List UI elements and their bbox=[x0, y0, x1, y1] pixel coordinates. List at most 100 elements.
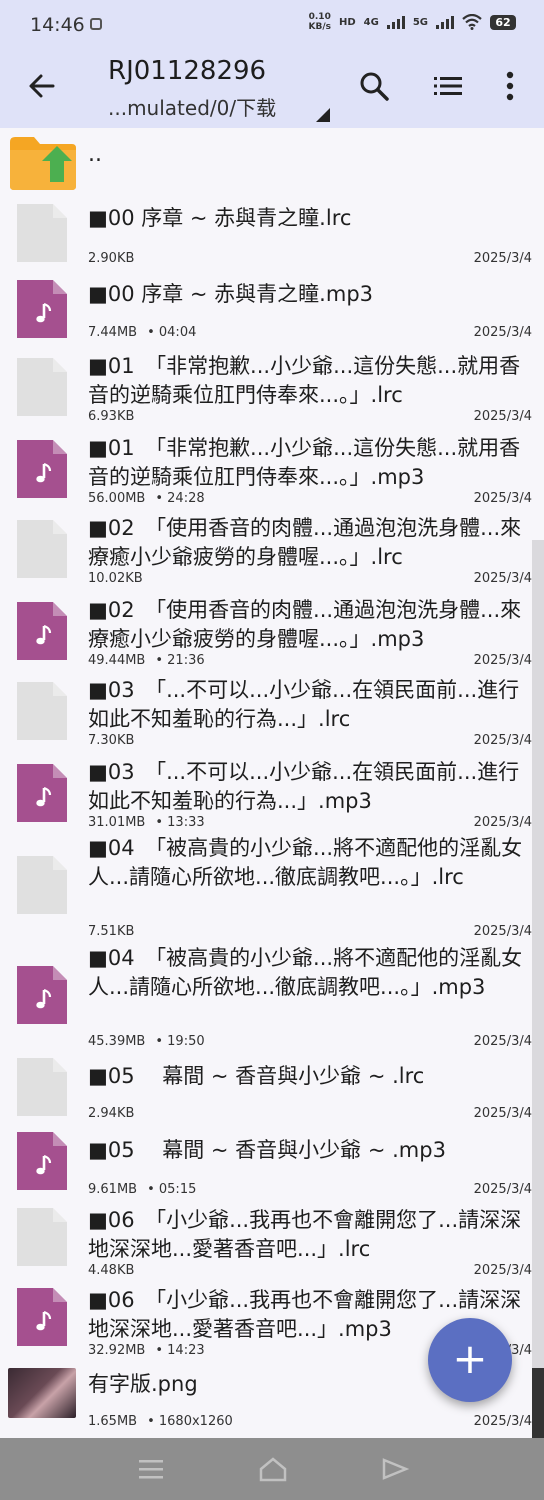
file-row[interactable]: ■06 「小少爺...我再也不會離開您了...請深深地深深地...愛著香音吧..… bbox=[0, 1206, 544, 1286]
file-meta: 4.48KB bbox=[88, 1263, 134, 1278]
file-extra-info: • 05:15 bbox=[147, 1182, 197, 1197]
net-speed-unit: KB/s bbox=[308, 22, 331, 32]
path-dropdown-icon[interactable] bbox=[316, 108, 330, 122]
status-bar: 14:46 0.10 KB/s HD 4G 5G 62 bbox=[0, 0, 544, 52]
nav-menu-icon[interactable] bbox=[136, 1456, 166, 1482]
file-meta: 7.30KB bbox=[88, 733, 134, 748]
file-row[interactable]: ■05 幕間 ~ 香音與小少爺 ~ .mp3 9.61MB • 05:15 2025/… bbox=[0, 1132, 544, 1206]
audio-file-icon bbox=[17, 966, 67, 1024]
audio-file-icon bbox=[17, 1288, 67, 1346]
file-size: 49.44MB bbox=[88, 653, 146, 668]
document-file-icon bbox=[17, 358, 67, 416]
file-size: 45.39MB bbox=[88, 1034, 146, 1049]
document-file-icon bbox=[17, 682, 67, 740]
file-meta: 7.51KB bbox=[88, 924, 134, 939]
file-row[interactable]: ■00 序章 ~ 赤與青之瞳.lrc 2.90KB 2025/3/4 bbox=[0, 200, 544, 276]
file-extra-info: • 21:36 bbox=[155, 653, 205, 668]
scrollbar-thumb[interactable] bbox=[532, 1368, 544, 1438]
page-title: RJ01128296 bbox=[108, 56, 267, 86]
file-row[interactable]: ■02 「使用香音的肉體...通過泡泡洗身體...來療癒小少爺疲勞的身體喔...… bbox=[0, 514, 544, 596]
audio-file-icon bbox=[17, 1132, 67, 1190]
file-date: 2025/3/4 bbox=[473, 409, 532, 424]
file-extra-info: • 04:04 bbox=[147, 325, 197, 340]
file-extra-info: • 24:28 bbox=[155, 491, 205, 506]
audio-file-icon bbox=[17, 602, 67, 660]
file-name: ■02 「使用香音的肉體...通過泡泡洗身體...來療癒小少爺疲勞的身體喔...… bbox=[88, 516, 522, 569]
file-row[interactable]: ■04 「被高貴的小少爺...將不適配他的淫亂女人...請隨心所欲地...徹底調… bbox=[0, 946, 544, 1058]
file-row[interactable]: ■04 「被高貴的小少爺...將不適配他的淫亂女人...請隨心所欲地...徹底調… bbox=[0, 836, 544, 948]
status-time: 14:46 bbox=[30, 14, 85, 36]
file-extra-info: • 19:50 bbox=[155, 1034, 205, 1049]
file-size: 7.51KB bbox=[88, 924, 135, 939]
file-row[interactable]: ■00 序章 ~ 赤與青之瞳.mp3 7.44MB • 04:04 2025/3/4 bbox=[0, 276, 544, 352]
document-file-icon bbox=[17, 520, 67, 578]
file-meta: 49.44MB • 21:36 bbox=[88, 653, 205, 668]
file-name: ■04 「被高貴的小少爺...將不適配他的淫亂女人...請隨心所欲地...徹底調… bbox=[88, 836, 523, 889]
file-name: ■01 「非常抱歉...小少爺...這份失態...就用香音的逆騎乘位肛門侍奉來.… bbox=[88, 354, 521, 407]
signal-label-2: 5G bbox=[412, 16, 428, 28]
file-row[interactable]: ■03 「...不可以...小少爺...在領民面前...進行如此不知羞恥的行為.… bbox=[0, 676, 544, 758]
file-size: 56.00MB bbox=[88, 491, 146, 506]
current-path[interactable]: ...mulated/0/下载 bbox=[108, 92, 276, 121]
file-size: 6.93KB bbox=[88, 409, 135, 424]
scrollbar-track[interactable] bbox=[532, 540, 544, 1438]
file-size: 2.90KB bbox=[88, 251, 135, 266]
nav-home-icon[interactable] bbox=[258, 1456, 288, 1482]
file-date: 2025/3/4 bbox=[473, 1263, 532, 1278]
file-row[interactable]: ■05 幕間 ~ 香音與小少爺 ~ .lrc 2.94KB 2025/3/4 bbox=[0, 1058, 544, 1132]
file-date: 2025/3/4 bbox=[473, 653, 532, 668]
file-size: 32.92MB bbox=[88, 1343, 146, 1358]
search-icon[interactable] bbox=[354, 66, 394, 106]
file-name: ■06 「小少爺...我再也不會離開您了...請深深地深深地...愛著香音吧..… bbox=[88, 1208, 522, 1261]
file-meta: 2.90KB bbox=[88, 251, 134, 266]
file-row[interactable]: ■01 「非常抱歉...小少爺...這份失態...就用香音的逆騎乘位肛門侍奉來.… bbox=[0, 434, 544, 514]
file-row[interactable]: ■03 「...不可以...小少爺...在領民面前...進行如此不知羞恥的行為.… bbox=[0, 758, 544, 838]
file-meta: 7.44MB • 04:04 bbox=[88, 325, 196, 340]
status-indicators: 0.10 KB/s HD 4G 5G 62 bbox=[308, 12, 516, 32]
add-fab-button[interactable]: + bbox=[428, 1318, 512, 1402]
file-meta: 45.39MB • 19:50 bbox=[88, 1034, 205, 1049]
file-extra-info: • 14:23 bbox=[155, 1343, 205, 1358]
file-meta: 9.61MB • 05:15 bbox=[88, 1182, 196, 1197]
file-name: ■03 「...不可以...小少爺...在領民面前...進行如此不知羞恥的行為.… bbox=[88, 678, 520, 731]
file-name: ■03 「...不可以...小少爺...在領民面前...進行如此不知羞恥的行為.… bbox=[88, 760, 520, 813]
file-size: 1.65MB bbox=[88, 1414, 138, 1429]
back-arrow-icon[interactable] bbox=[20, 64, 64, 108]
file-date: 2025/3/4 bbox=[473, 1182, 532, 1197]
notification-icon bbox=[90, 18, 102, 30]
more-options-icon[interactable] bbox=[490, 66, 530, 106]
app-bar: RJ01128296 ...mulated/0/下载 bbox=[0, 52, 544, 128]
file-size: 9.61MB bbox=[88, 1182, 138, 1197]
file-date: 2025/3/4 bbox=[473, 1414, 532, 1429]
net-speed-value: 0.10 bbox=[308, 12, 331, 22]
audio-file-icon bbox=[17, 440, 67, 498]
wifi-icon bbox=[462, 14, 482, 30]
file-list: .. ■00 序章 ~ 赤與青之瞳.lrc 2.90KB 2025/3/4 ■00 序… bbox=[0, 128, 544, 1438]
parent-directory-row[interactable]: .. bbox=[0, 128, 544, 198]
file-meta: 6.93KB bbox=[88, 409, 134, 424]
file-date: 2025/3/4 bbox=[473, 571, 532, 586]
file-date: 2025/3/4 bbox=[473, 733, 532, 748]
file-name: ■02 「使用香音的肉體...通過泡泡洗身體...來療癒小少爺疲勞的身體喔...… bbox=[88, 598, 522, 651]
file-extra-info: • 13:33 bbox=[155, 815, 205, 830]
image-thumbnail bbox=[8, 1368, 76, 1418]
file-meta: 56.00MB • 24:28 bbox=[88, 491, 205, 506]
file-name: ■00 序章 ~ 赤與青之瞳.mp3 bbox=[88, 282, 374, 306]
nav-back-icon[interactable] bbox=[380, 1456, 410, 1482]
file-meta: 32.92MB • 14:23 bbox=[88, 1343, 205, 1358]
signal-bars-2-icon bbox=[436, 15, 454, 29]
document-file-icon bbox=[17, 856, 67, 914]
file-name: ■05 幕間 ~ 香音與小少爺 ~ .mp3 bbox=[88, 1138, 446, 1162]
parent-directory-label: .. bbox=[88, 142, 102, 167]
battery-icon: 62 bbox=[490, 14, 516, 30]
document-file-icon bbox=[17, 204, 67, 262]
file-row[interactable]: ■02 「使用香音的肉體...通過泡泡洗身體...來療癒小少爺疲勞的身體喔...… bbox=[0, 596, 544, 676]
file-date: 2025/3/4 bbox=[473, 1034, 532, 1049]
file-date: 2025/3/4 bbox=[473, 815, 532, 830]
file-date: 2025/3/4 bbox=[473, 325, 532, 340]
list-view-icon[interactable] bbox=[428, 66, 468, 106]
file-row[interactable]: ■01 「非常抱歉...小少爺...這份失態...就用香音的逆騎乘位肛門侍奉來.… bbox=[0, 352, 544, 434]
hd-icon: HD bbox=[338, 16, 356, 28]
file-size: 10.02KB bbox=[88, 571, 143, 586]
file-meta: 2.94KB bbox=[88, 1106, 134, 1121]
